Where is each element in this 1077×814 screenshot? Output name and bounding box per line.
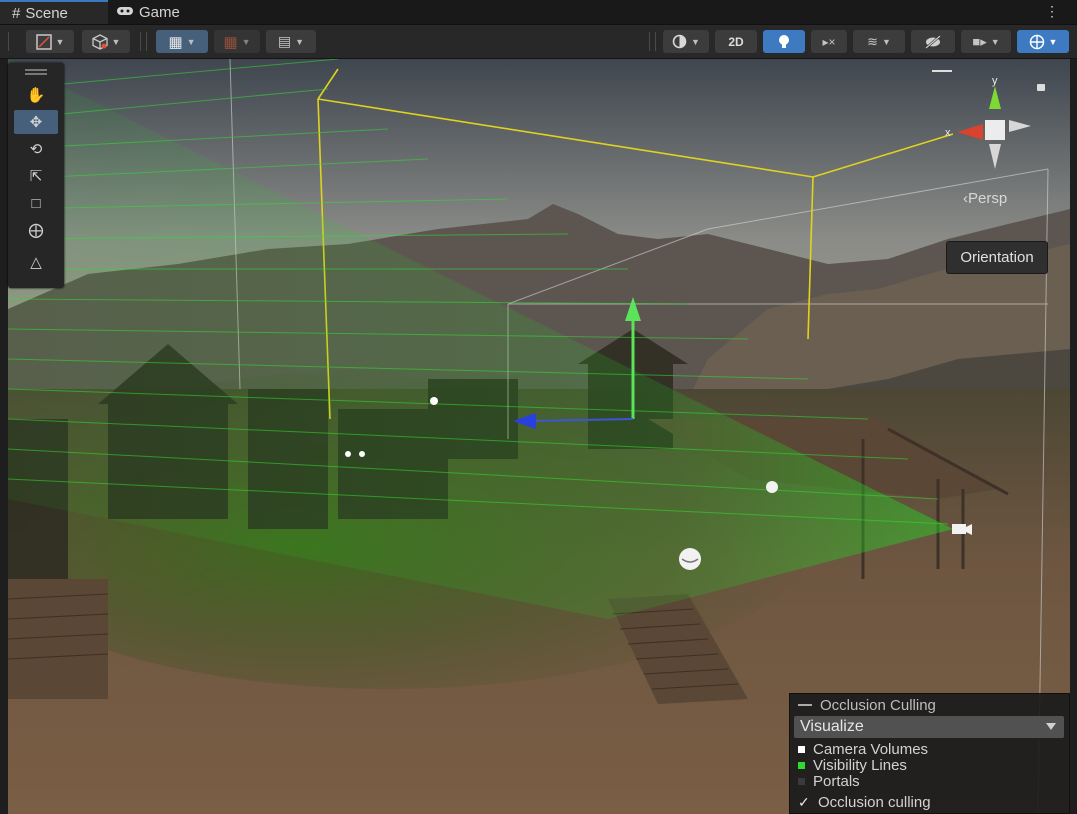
collapse-bar-icon	[798, 704, 812, 706]
axis-x-label: x	[945, 127, 951, 139]
cube-icon	[91, 33, 108, 50]
chevron-down-icon: ▼	[55, 36, 65, 47]
grid-snapping-dropdown[interactable]: ▦ ▼	[156, 30, 208, 53]
chevron-down-icon: ▼	[990, 36, 1000, 47]
lightbulb-icon	[779, 34, 789, 48]
lighting-toggle[interactable]	[763, 30, 805, 53]
more-options-icon[interactable]: ⋮	[1045, 3, 1059, 20]
visualize-mode-value: Visualize	[800, 718, 864, 735]
effects-layers-icon: ≋	[867, 33, 878, 49]
chevron-down-icon	[1046, 723, 1056, 730]
tab-scene[interactable]: # Scene	[0, 0, 108, 24]
muted-speaker-icon: ▸×	[822, 34, 836, 49]
legend-portals: Portals	[798, 774, 860, 789]
occlusion-culling-panel: Occlusion Culling Visualize Camera Volum…	[789, 693, 1070, 814]
sphere-icon	[672, 34, 687, 49]
effects-dropdown[interactable]: ≋ ▼	[853, 30, 905, 53]
gizmo-drag-handle[interactable]	[932, 70, 952, 72]
custom-tool-icon[interactable]: △	[14, 250, 58, 274]
gamepad-icon	[116, 4, 134, 21]
legend-label: Camera Volumes	[813, 741, 929, 758]
snap-increment-icon: ▦	[223, 33, 238, 51]
grid-snap-icon: ▦	[168, 33, 183, 51]
tab-game[interactable]: Game	[116, 0, 180, 24]
transform-tool-icon[interactable]: ⨁	[14, 218, 58, 242]
gizmos-globe-icon	[1029, 34, 1044, 49]
legend-swatch	[798, 778, 805, 785]
gizmos-dropdown[interactable]: ▼	[1017, 30, 1069, 53]
legend-label: Portals	[813, 773, 860, 790]
increment-snap-dropdown[interactable]: ▦ ▼	[214, 30, 260, 53]
draw-mode-dropdown[interactable]: ▼	[26, 30, 74, 53]
eye-slash-icon	[925, 34, 941, 49]
chevron-down-icon: ▼	[295, 36, 305, 47]
hidden-objects-toggle[interactable]	[911, 30, 955, 53]
y-axis-cone-icon	[989, 86, 1001, 109]
legend-camera-volumes: Camera Volumes	[798, 742, 928, 757]
scale-tool-icon[interactable]: ⇱	[14, 164, 58, 188]
palette-drag-handle[interactable]	[25, 69, 47, 71]
orientation-gizmo[interactable]: y x	[943, 74, 1043, 174]
chevron-down-icon: ▼	[691, 36, 700, 47]
camera-settings-dropdown[interactable]: ■▸ ▼	[961, 30, 1011, 53]
chevron-down-icon: ▼	[1048, 36, 1058, 47]
audio-toggle[interactable]: ▸×	[811, 30, 847, 53]
legend-visibility-lines: Visibility Lines	[798, 758, 907, 773]
occlusion-culling-toggle-label: Occlusion culling	[818, 794, 931, 811]
scene-toolbar: ▼ ▼ ▦ ▼ ▦ ▼ ▤ ▼ ▼ 2D ▸× ≋ ▼ ■▸ ▼ ▼	[0, 25, 1077, 59]
legend-label: Visibility Lines	[813, 757, 907, 774]
chevron-down-icon: ▼	[241, 36, 251, 47]
visualize-mode-select[interactable]: Visualize	[794, 716, 1064, 738]
checkmark-icon: ✓	[798, 794, 810, 810]
legend-swatch	[798, 746, 805, 753]
occlusion-panel-header[interactable]: Occlusion Culling	[790, 694, 1069, 716]
draw-mode-icon	[35, 33, 52, 50]
chevron-down-icon: ▼	[111, 36, 121, 47]
legend-swatch	[798, 762, 805, 769]
toggle-2d-button[interactable]: 2D	[715, 30, 757, 53]
move-tool-icon[interactable]: ✥	[14, 110, 58, 134]
shading-dropdown[interactable]: ▼	[82, 30, 130, 53]
rect-tool-icon[interactable]: □	[14, 191, 58, 215]
tab-scene-label: Scene	[25, 4, 68, 22]
ruler-dropdown[interactable]: ▤ ▼	[266, 30, 316, 53]
occlusion-panel-title: Occlusion Culling	[820, 696, 936, 714]
draw-mode-circle-dropdown[interactable]: ▼	[663, 30, 709, 53]
occlusion-culling-toggle[interactable]: ✓ Occlusion culling	[798, 794, 931, 811]
chevron-down-icon: ▼	[881, 36, 891, 47]
hand-tool-icon[interactable]: ✋	[14, 83, 58, 107]
projection-toggle[interactable]: ‹Persp	[963, 190, 1007, 207]
chevron-down-icon: ▼	[186, 36, 196, 47]
tab-bar: # Scene Game ⋮	[0, 0, 1077, 25]
scene-grid-icon: #	[12, 4, 21, 22]
tools-palette: ✋ ✥ ⟲ ⇱ □ ⨁ △	[8, 63, 64, 288]
orientation-tooltip: Orientation	[946, 241, 1048, 274]
axis-y-label: y	[992, 75, 998, 87]
rotate-tool-icon[interactable]: ⟲	[14, 137, 58, 161]
tab-game-label: Game	[139, 3, 180, 21]
camera-icon: ■▸	[972, 33, 987, 49]
x-axis-cone-icon	[957, 124, 983, 140]
ruler-icon: ▤	[277, 33, 292, 49]
